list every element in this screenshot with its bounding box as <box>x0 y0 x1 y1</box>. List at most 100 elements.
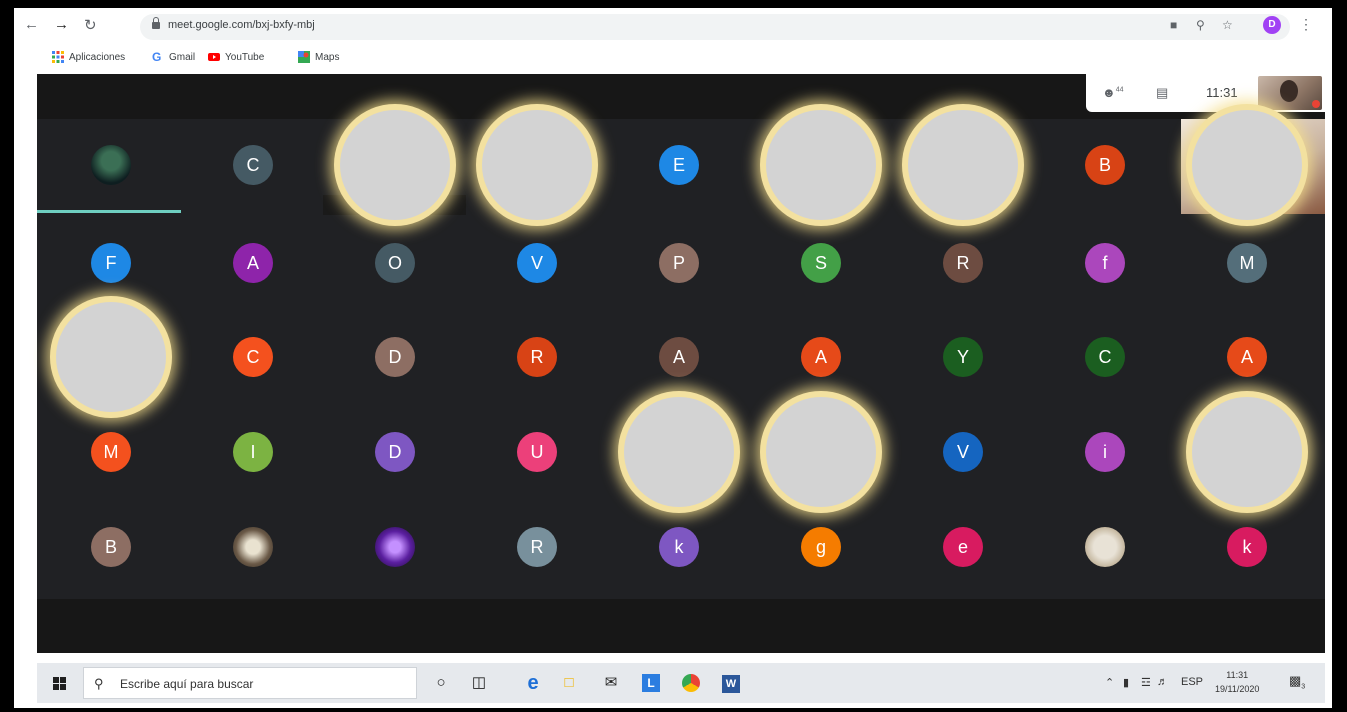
bookmark-label: Maps <box>315 51 340 63</box>
participant-avatar[interactable]: k <box>659 527 699 567</box>
participant-avatar[interactable]: Y <box>943 337 983 377</box>
redacted-participant[interactable] <box>1192 397 1302 507</box>
bookmark-maps[interactable]: Maps <box>298 51 339 63</box>
participant-avatar[interactable]: B <box>1085 145 1125 185</box>
tray-chevron-icon[interactable]: ⌃ <box>1105 676 1114 689</box>
file-explorer-icon[interactable]: □ <box>555 669 583 697</box>
maps-icon <box>298 51 310 63</box>
app-l-icon[interactable]: L <box>637 669 665 697</box>
mail-icon[interactable]: ✉ <box>597 669 625 697</box>
participant-avatar[interactable]: g <box>801 527 841 567</box>
redacted-participant[interactable] <box>482 110 592 220</box>
participant-avatar[interactable]: S <box>801 243 841 283</box>
participant-photo-avatar[interactable] <box>1085 527 1125 567</box>
menu-icon[interactable]: ⋮ <box>1299 16 1313 33</box>
participant-avatar[interactable]: C <box>233 145 273 185</box>
redacted-participant[interactable] <box>340 110 450 220</box>
participant-avatar[interactable]: A <box>801 337 841 377</box>
participant-avatar[interactable]: M <box>1227 243 1267 283</box>
system-date: 19/11/2020 <box>1215 684 1260 694</box>
chrome-icon[interactable] <box>677 669 705 697</box>
youtube-icon <box>208 53 220 61</box>
bookmarks-bar: Aplicaciones G Gmail YouTube Maps <box>14 44 1332 72</box>
people-icon[interactable]: ☻44 <box>1102 85 1123 100</box>
participant-avatar[interactable]: F <box>91 243 131 283</box>
participant-avatar[interactable]: C <box>1085 337 1125 377</box>
participant-photo-avatar[interactable] <box>233 527 273 567</box>
participant-avatar[interactable]: R <box>943 243 983 283</box>
participant-avatar[interactable]: e <box>943 527 983 567</box>
participant-avatar[interactable]: V <box>943 432 983 472</box>
screen: ← → ↻ meet.google.com/bxj-bxfy-mbj ■ ⚲ ☆… <box>14 8 1332 708</box>
reload-icon[interactable]: ↻ <box>84 16 97 34</box>
task-view-icon[interactable]: ◫ <box>465 669 493 697</box>
participant-avatar[interactable]: C <box>233 337 273 377</box>
participant-avatar[interactable]: D <box>375 432 415 472</box>
bookmark-label: Aplicaciones <box>69 51 126 63</box>
participant-avatar[interactable]: M <box>91 432 131 472</box>
participant-photo-avatar[interactable] <box>91 145 131 185</box>
participant-avatar[interactable]: U <box>517 432 557 472</box>
browser-toolbar: ← → ↻ meet.google.com/bxj-bxfy-mbj ■ ⚲ ☆… <box>14 8 1332 44</box>
bookmark-gmail[interactable]: G Gmail <box>152 51 195 63</box>
redacted-participant[interactable] <box>766 397 876 507</box>
windows-taskbar: ⚲ Escribe aquí para buscar ○ ◫ e □ ✉ L W… <box>37 663 1325 703</box>
search-icon: ⚲ <box>94 676 104 691</box>
windows-start-icon[interactable] <box>53 677 66 690</box>
participant-avatar[interactable]: i <box>1085 432 1125 472</box>
back-icon[interactable]: ← <box>24 16 39 33</box>
self-view-video[interactable] <box>1258 76 1322 110</box>
participant-avatar[interactable]: A <box>1227 337 1267 377</box>
meet-info-panel: ☻44 ▤ 11:31 <box>1086 74 1326 112</box>
camera-icon[interactable]: ■ <box>1170 18 1177 32</box>
participant-avatar[interactable]: D <box>375 337 415 377</box>
participant-avatar[interactable]: O <box>375 243 415 283</box>
redacted-participant[interactable] <box>624 397 734 507</box>
apps-grid-icon <box>52 51 64 63</box>
chat-icon[interactable]: ▤ <box>1156 85 1168 101</box>
participant-avatar[interactable]: R <box>517 527 557 567</box>
participant-avatar[interactable]: E <box>659 145 699 185</box>
participant-photo-avatar[interactable] <box>375 527 415 567</box>
google-g-icon: G <box>152 50 162 64</box>
participant-grid: C E B F A O V P S Rf M C D R A A Y C A M I D U Vi B Rk g e k <box>37 110 1325 599</box>
participant-avatar[interactable]: A <box>659 337 699 377</box>
system-clock[interactable]: 11:31 19/11/2020 <box>1215 668 1259 696</box>
language-indicator[interactable]: ESP <box>1181 676 1203 688</box>
participant-avatar[interactable]: R <box>517 337 557 377</box>
participant-avatar[interactable]: P <box>659 243 699 283</box>
word-icon[interactable]: W <box>717 669 745 697</box>
participant-avatar[interactable]: f <box>1085 243 1125 283</box>
profile-avatar[interactable]: D <box>1263 16 1281 34</box>
meeting-clock: 11:31 <box>1206 85 1238 100</box>
participant-avatar[interactable]: V <box>517 243 557 283</box>
participant-avatar[interactable]: I <box>233 432 273 472</box>
redacted-participant[interactable] <box>766 110 876 220</box>
url-text: meet.google.com/bxj-bxfy-mbj <box>168 19 315 31</box>
mic-icon[interactable]: ▮ <box>1123 676 1129 689</box>
address-bar[interactable]: meet.google.com/bxj-bxfy-mbj ■ ⚲ ☆ <box>140 14 1290 40</box>
redacted-participant[interactable] <box>908 110 1018 220</box>
active-speaker-indicator <box>37 210 181 213</box>
bookmark-youtube[interactable]: YouTube <box>208 51 264 63</box>
notifications-icon[interactable]: ▩3 <box>1289 673 1305 691</box>
taskbar-search[interactable]: ⚲ Escribe aquí para buscar <box>83 667 417 699</box>
mic-muted-icon <box>1312 100 1320 108</box>
forward-icon[interactable]: → <box>54 16 69 33</box>
redacted-participant[interactable] <box>1192 110 1302 220</box>
participant-avatar[interactable]: B <box>91 527 131 567</box>
system-time: 11:31 <box>1226 670 1249 680</box>
bookmark-label: YouTube <box>225 51 265 63</box>
volume-icon[interactable]: ♬ <box>1157 676 1168 688</box>
search-placeholder: Escribe aquí para buscar <box>120 677 254 691</box>
zoom-icon[interactable]: ⚲ <box>1196 18 1205 32</box>
edge-icon[interactable]: e <box>519 669 547 697</box>
cortana-icon[interactable]: ○ <box>427 669 455 697</box>
meet-bottom-bar <box>37 599 1325 653</box>
bookmark-star-icon[interactable]: ☆ <box>1222 18 1233 32</box>
participant-avatar[interactable]: k <box>1227 527 1267 567</box>
redacted-participant[interactable] <box>56 302 166 412</box>
network-icon[interactable]: ☲ <box>1141 676 1151 689</box>
participant-avatar[interactable]: A <box>233 243 273 283</box>
bookmark-apps[interactable]: Aplicaciones <box>52 51 125 63</box>
